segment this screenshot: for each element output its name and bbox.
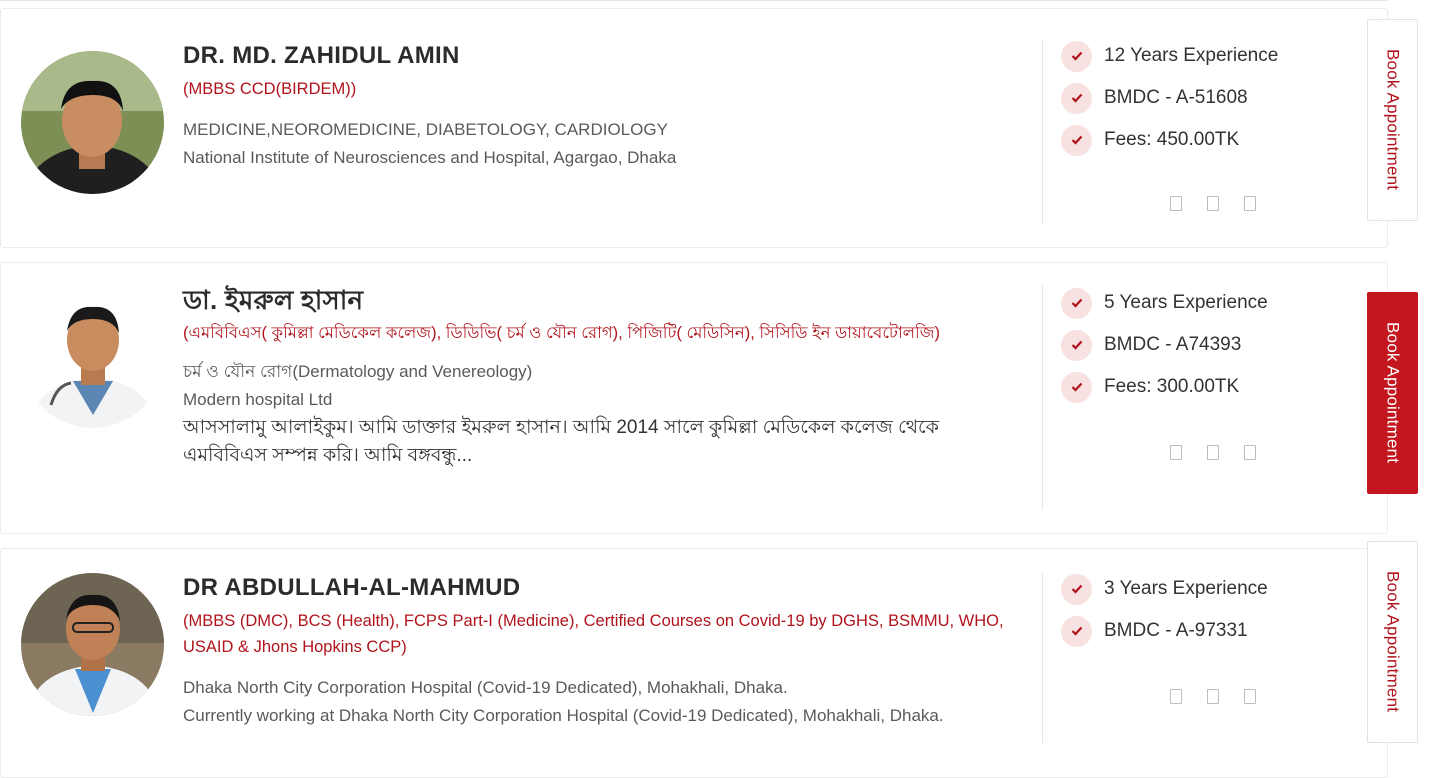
experience-item: 5 Years Experience xyxy=(1061,282,1268,324)
doctor-card-2: ডা. ইমরুল হাসান (এমবিবিএস( কুমিল্লা মেডি… xyxy=(0,262,1388,534)
fees-item: Fees: 450.00TK xyxy=(1061,119,1278,161)
social-placeholder-icon[interactable] xyxy=(1170,196,1182,211)
doctor-name[interactable]: ডা. ইমরুল হাসান xyxy=(183,285,1023,315)
bmdc-item: BMDC - A74393 xyxy=(1061,324,1268,366)
checkmark-icon xyxy=(1061,371,1092,403)
doctor-photo-1[interactable] xyxy=(21,51,164,194)
doctor-specialty: Dhaka North City Corporation Hospital (C… xyxy=(183,678,788,697)
doctor-hospital: National Institute of Neurosciences and … xyxy=(183,148,677,167)
bmdc-item: BMDC - A-97331 xyxy=(1061,610,1268,652)
bmdc-text: BMDC - A74393 xyxy=(1104,334,1242,355)
experience-text: 12 Years Experience xyxy=(1104,45,1279,66)
experience-item: 12 Years Experience xyxy=(1061,35,1278,77)
social-placeholder-icon[interactable] xyxy=(1207,196,1219,211)
doctor-name[interactable]: DR ABDULLAH-AL-MAHMUD xyxy=(183,573,1023,603)
bmdc-text: BMDC - A-97331 xyxy=(1104,620,1248,641)
doctor-qualifications: (এমবিবিএস( কুমিল্লা মেডিকেল কলেজ), ডিডিভ… xyxy=(183,324,941,342)
experience-text: 5 Years Experience xyxy=(1104,292,1268,313)
card-divider xyxy=(1042,39,1043,224)
card-divider xyxy=(1042,573,1043,743)
doctor-card-3: DR ABDULLAH-AL-MAHMUD (MBBS (DMC), BCS (… xyxy=(0,548,1388,778)
experience-text: 3 Years Experience xyxy=(1104,578,1268,599)
social-placeholder-icon[interactable] xyxy=(1244,689,1256,704)
checkmark-icon xyxy=(1061,124,1092,156)
checkmark-icon xyxy=(1061,82,1092,114)
doctor-card-1: DR. MD. ZAHIDUL AMIN (MBBS CCD(BIRDEM)) … xyxy=(0,8,1388,248)
doctor-photo-2[interactable] xyxy=(21,285,164,428)
book-appointment-label: Book Appointment xyxy=(1383,49,1403,191)
bmdc-item: BMDC - A-51608 xyxy=(1061,77,1278,119)
doctor-bio: আসসালামু আলাইকুম। আমি ডাক্তার ইমরুল হাসা… xyxy=(183,417,939,466)
fees-text: Fees: 450.00TK xyxy=(1104,129,1240,150)
doctor-hospital: Modern hospital Ltd xyxy=(183,390,333,409)
doctor-photo-3[interactable] xyxy=(21,573,164,716)
social-placeholder-icon[interactable] xyxy=(1244,196,1256,211)
fees-text: Fees: 300.00TK xyxy=(1104,376,1240,397)
doctor-specialty: চর্ম ও যৌন রোগ(Dermatology and Venereolo… xyxy=(183,362,533,381)
checkmark-icon xyxy=(1061,40,1092,72)
top-separator xyxy=(0,0,1388,1)
doctor-specialty: MEDICINE,NEOROMEDICINE, DIABETOLOGY, CAR… xyxy=(183,120,668,139)
checkmark-icon xyxy=(1061,573,1092,605)
social-placeholder-icon[interactable] xyxy=(1244,445,1256,460)
bmdc-text: BMDC - A-51608 xyxy=(1104,87,1248,108)
fees-item: Fees: 300.00TK xyxy=(1061,366,1268,408)
checkmark-icon xyxy=(1061,329,1092,361)
doctor-hospital: Currently working at Dhaka North City Co… xyxy=(183,706,944,725)
checkmark-icon xyxy=(1061,615,1092,647)
checkmark-icon xyxy=(1061,287,1092,319)
card-divider xyxy=(1042,285,1043,510)
social-placeholder-icon[interactable] xyxy=(1170,445,1182,460)
doctor-qualifications: (MBBS CCD(BIRDEM)) xyxy=(183,80,357,98)
doctor-qualifications: (MBBS (DMC), BCS (Health), FCPS Part-I (… xyxy=(183,612,1004,656)
experience-item: 3 Years Experience xyxy=(1061,568,1268,610)
book-appointment-label: Book Appointment xyxy=(1383,571,1403,713)
book-appointment-label: Book Appointment xyxy=(1383,322,1403,464)
doctor-name[interactable]: DR. MD. ZAHIDUL AMIN xyxy=(183,41,1023,71)
book-appointment-button[interactable]: Book Appointment xyxy=(1367,541,1418,743)
social-placeholder-icon[interactable] xyxy=(1207,689,1219,704)
book-appointment-button[interactable]: Book Appointment xyxy=(1367,292,1418,494)
social-placeholder-icon[interactable] xyxy=(1170,689,1182,704)
book-appointment-button[interactable]: Book Appointment xyxy=(1367,19,1418,221)
social-placeholder-icon[interactable] xyxy=(1207,445,1219,460)
